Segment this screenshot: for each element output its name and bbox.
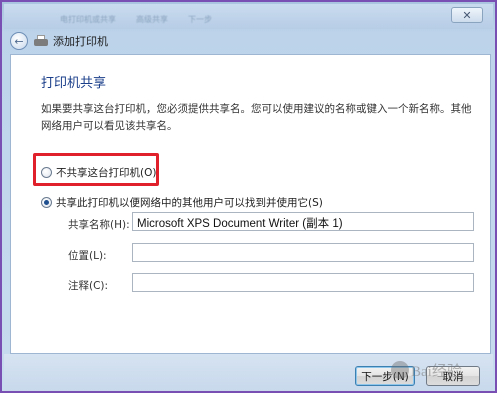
close-icon: ✕ [462, 8, 472, 22]
share-name-input[interactable]: Microsoft XPS Document Writer (副本 1) [132, 212, 474, 231]
comment-label: 注释(C): [68, 280, 109, 292]
no-share-radio[interactable] [41, 167, 52, 178]
page-heading: 打印机共享 [41, 76, 107, 91]
no-share-option[interactable]: 不共享这台打印机(O) [41, 165, 156, 180]
share-name-label: 共享名称(H): [68, 219, 130, 231]
watermark-text: Bai经验 [411, 363, 462, 380]
location-input[interactable] [132, 243, 474, 262]
share-label: 共享此打印机以便网络中的其他用户可以找到并使用它(S) [56, 197, 323, 209]
blurred-tab: 下一步 [188, 15, 212, 24]
title-bar: 电打印机或共享 高级共享 下一步 ✕ [4, 4, 493, 29]
watermark-logo: Bai经验 [391, 355, 487, 385]
back-arrow-icon: ← [14, 34, 24, 48]
window-frame: 电打印机或共享 高级共享 下一步 ✕ ← 添加打印机 打印机共享 如果要共享这台… [0, 0, 497, 393]
wizard-title: 添加打印机 [53, 35, 108, 48]
comment-input[interactable] [132, 273, 474, 292]
printer-icon [34, 34, 48, 48]
location-label: 位置(L): [68, 250, 107, 262]
wizard-nav-bar: ← 添加打印机 [4, 29, 493, 53]
blurred-tab: 高级共享 [136, 15, 168, 24]
back-button[interactable]: ← [10, 32, 28, 50]
wizard-footer: 下一步(N) 取消 Bai经验 [4, 354, 493, 391]
wizard-content-panel: 打印机共享 如果要共享这台打印机，您必须提供共享名。您可以使用建议的名称或键入一… [10, 54, 491, 354]
share-radio[interactable] [41, 197, 52, 208]
close-button[interactable]: ✕ [451, 7, 483, 23]
paw-icon [391, 361, 409, 379]
blurred-tab: 电打印机或共享 [60, 15, 116, 24]
no-share-label: 不共享这台打印机(O) [56, 167, 157, 179]
blurred-background-tabs: 电打印机或共享 高级共享 下一步 [60, 14, 212, 25]
share-option[interactable]: 共享此打印机以便网络中的其他用户可以找到并使用它(S) [41, 195, 323, 210]
page-description: 如果要共享这台打印机，您必须提供共享名。您可以使用建议的名称或键入一个新名称。其… [41, 103, 472, 132]
